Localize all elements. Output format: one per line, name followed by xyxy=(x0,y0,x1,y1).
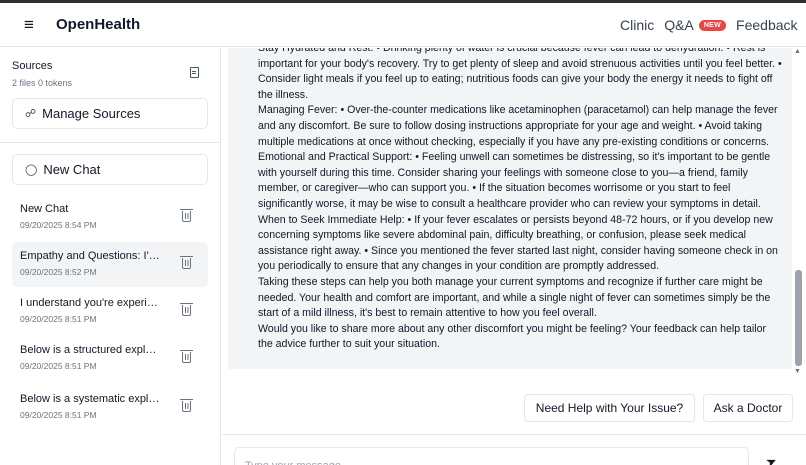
nav-qa-link[interactable]: Q&A xyxy=(664,17,694,33)
trash-icon[interactable] xyxy=(180,350,193,363)
scrollbar-thumb[interactable] xyxy=(795,270,802,366)
message-input[interactable] xyxy=(234,447,749,465)
manage-sources-label: Manage Sources xyxy=(42,106,141,121)
message-paragraph: Stay Hydrated and Rest: • Drinking plent… xyxy=(258,48,782,101)
chat-list-item[interactable]: I understand you're experiencing 09/20/2… xyxy=(12,289,208,334)
chat-bubble-icon: ◯ xyxy=(25,164,38,176)
trash-icon[interactable] xyxy=(180,303,193,316)
nav-clinic-link[interactable]: Clinic xyxy=(620,17,654,33)
app-title: OpenHealth xyxy=(56,16,141,33)
sidebar: Sources 2 files 0 tokens ☍ Manage Source… xyxy=(0,48,221,465)
message-body: Stay Hydrated and Rest: • Drinking plent… xyxy=(258,48,782,353)
hamburger-menu-icon[interactable]: ≡ xyxy=(24,16,34,34)
new-badge: NEW xyxy=(698,19,727,31)
chat-list-item[interactable]: Below is a structured explanation 09/20/… xyxy=(12,336,208,381)
composer-divider xyxy=(222,434,806,435)
chat-date: 09/20/2025 8:51 PM xyxy=(20,410,97,420)
chat-date: 09/20/2025 8:51 PM xyxy=(20,314,97,324)
new-chat-button[interactable]: ◯ New Chat xyxy=(12,154,208,185)
chat-date: 09/20/2025 8:51 PM xyxy=(20,361,97,371)
document-icon[interactable] xyxy=(190,67,199,78)
nav-feedback-link[interactable]: Feedback xyxy=(736,17,797,33)
chat-list-item[interactable]: Below is a systematic explanation 09/20/… xyxy=(12,385,208,430)
chat-title: New Chat xyxy=(20,203,69,215)
chat-main: Stay Hydrated and Rest: • Drinking plent… xyxy=(222,48,806,465)
app-header: ≡ OpenHealth Clinic Q&A NEW Feedback G xyxy=(0,3,806,47)
attachment-icon: ☍ xyxy=(25,108,37,120)
chat-date: 09/20/2025 8:52 PM xyxy=(20,267,97,277)
need-help-button[interactable]: Need Help with Your Issue? xyxy=(524,394,695,422)
trash-icon[interactable] xyxy=(180,399,193,412)
chat-title: Below is a structured explanation xyxy=(20,344,162,356)
send-icon[interactable]: ➤ xyxy=(763,452,780,465)
trash-icon[interactable] xyxy=(180,209,193,222)
chat-list-item[interactable]: New Chat 09/20/2025 8:54 PM xyxy=(12,195,208,240)
message-scrollbar[interactable]: ▲ ▼ xyxy=(792,48,806,378)
scroll-up-arrow-icon[interactable]: ▲ xyxy=(794,48,801,55)
new-chat-label: New Chat xyxy=(43,162,101,177)
message-paragraph: When to Seek Immediate Help: • If your f… xyxy=(258,213,778,273)
assistant-message: Stay Hydrated and Rest: • Drinking plent… xyxy=(228,48,792,369)
message-paragraph: Emotional and Practical Support: • Feeli… xyxy=(258,151,771,210)
scroll-down-arrow-icon[interactable]: ▼ xyxy=(794,368,801,375)
sources-title: Sources xyxy=(12,60,53,72)
chat-title: Below is a systematic explanation xyxy=(20,393,162,405)
message-paragraph: Taking these steps can help you both man… xyxy=(258,275,771,320)
chat-title: Empathy and Questions: I'm so sorry to h… xyxy=(20,250,162,262)
chat-date: 09/20/2025 8:54 PM xyxy=(20,220,97,230)
top-nav: Clinic Q&A NEW Feedback G xyxy=(620,16,806,34)
chat-list-item[interactable]: Empathy and Questions: I'm so sorry to h… xyxy=(12,242,208,287)
message-paragraph: Would you like to share more about any o… xyxy=(258,322,767,351)
chat-title: I understand you're experiencing xyxy=(20,297,162,309)
trash-icon[interactable] xyxy=(180,256,193,269)
sidebar-divider xyxy=(0,142,220,143)
sources-meta: 2 files 0 tokens xyxy=(12,78,73,88)
ask-doctor-button[interactable]: Ask a Doctor xyxy=(703,394,793,422)
manage-sources-button[interactable]: ☍ Manage Sources xyxy=(12,98,208,129)
message-paragraph: Managing Fever: • Over-the-counter medic… xyxy=(258,104,778,148)
